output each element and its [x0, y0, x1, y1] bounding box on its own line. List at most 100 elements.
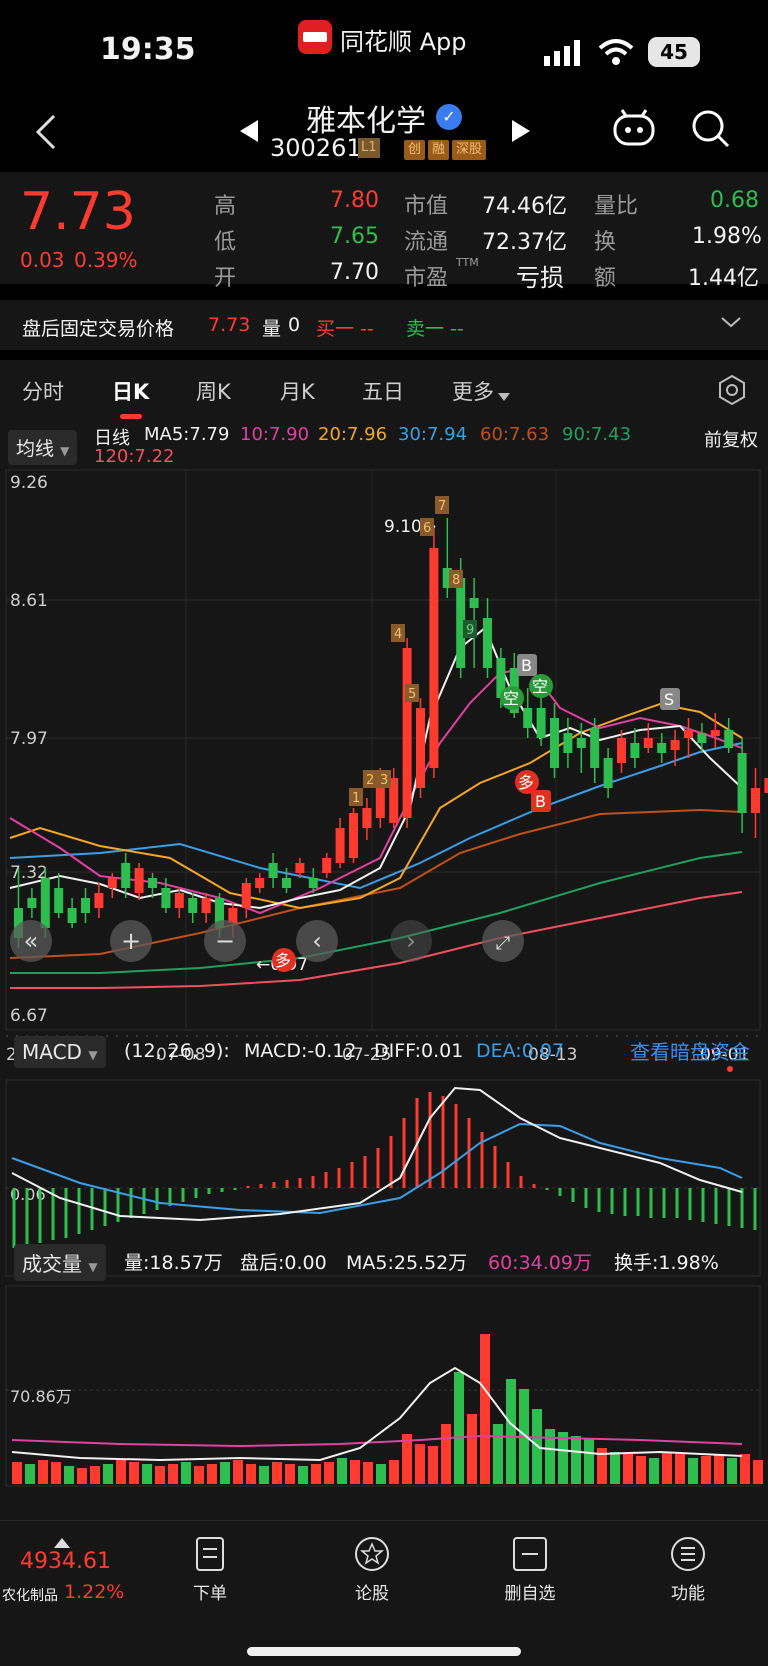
zoom-out-button[interactable]: −: [204, 920, 246, 962]
volume-bar: [350, 1460, 360, 1484]
mcap-value: 74.46亿: [482, 194, 567, 219]
remove-watchlist-icon: [511, 1535, 549, 1573]
volume-bar: [610, 1452, 620, 1484]
ma120-value: 120:7.22: [94, 446, 175, 467]
candle-body: [751, 788, 760, 813]
candle-body: [362, 808, 372, 828]
zoom-in-button[interactable]: +: [110, 920, 152, 962]
volume-ma60: 60:34.09万: [488, 1252, 592, 1274]
remove-watchlist-label: 删自选: [504, 1584, 556, 1604]
volume-bar: [714, 1454, 724, 1484]
macd-value: MACD:-0.12: [244, 1040, 357, 1062]
volume-bar: [675, 1454, 685, 1484]
volume-bar: [467, 1414, 477, 1484]
candle-body: [550, 718, 559, 768]
volume-bar: [298, 1466, 308, 1484]
discuss-icon: [353, 1535, 391, 1573]
volume-bar: [454, 1372, 464, 1484]
candle-body: [67, 908, 77, 923]
macd-params: (12, 26, 9):: [124, 1040, 230, 1062]
volume-bar: [142, 1464, 152, 1484]
volume-bar: [90, 1466, 100, 1484]
ma5-value: MA5:7.79: [144, 424, 230, 445]
candle-body: [40, 878, 50, 928]
tab-weekly-k[interactable]: 周K: [196, 376, 231, 406]
volume-selector[interactable]: 成交量 ▼: [14, 1244, 106, 1281]
after-hours-buy: 买一 --: [316, 318, 374, 340]
macd-diff: DIFF:0.01: [374, 1040, 464, 1062]
ma-selector-label: 均线: [16, 438, 55, 460]
chevron-down-icon[interactable]: [720, 314, 742, 334]
macd-histogram: [12, 1092, 757, 1248]
remove-watchlist-button[interactable]: 删自选: [498, 1535, 562, 1604]
scroll-left-button[interactable]: ‹: [296, 920, 338, 962]
volume-bar: [168, 1464, 178, 1484]
after-hours-bar[interactable]: 盘后固定交易价格 7.73 量 0 买一 -- 卖一 --: [0, 300, 768, 350]
marker-5-label: 5: [408, 687, 416, 702]
marker-3-label: 3: [380, 773, 388, 788]
after-hours-sell: 卖一 --: [406, 318, 464, 340]
next-stock-icon[interactable]: [510, 118, 532, 148]
today-dot: [727, 1066, 733, 1072]
volume-bar: [207, 1464, 217, 1484]
amount-value: 1.44亿: [688, 266, 759, 291]
discuss-button[interactable]: 论股: [340, 1535, 404, 1604]
index-value[interactable]: 4934.61: [20, 1549, 111, 1574]
volume-bar: [636, 1456, 646, 1484]
scroll-right-button[interactable]: ›: [390, 920, 432, 962]
volume-ratio-value: 0.68: [710, 188, 759, 213]
rewind-button[interactable]: «: [10, 920, 52, 962]
quote-panel: 7.73 0.03 0.39% 高 7.80 低 7.65 开 7.70 市值 …: [0, 172, 768, 292]
tab-intraday[interactable]: 分时: [22, 376, 64, 406]
fullscreen-button[interactable]: ⤢: [482, 920, 524, 962]
volume-ma5: MA5:25.52万: [346, 1252, 468, 1274]
verified-icon: ✓: [436, 104, 462, 130]
price-change: 0.03: [20, 248, 65, 272]
badge-chuang: 创: [404, 140, 426, 160]
volume-bar: [155, 1466, 165, 1484]
candle-body: [54, 888, 64, 913]
candle-body: [737, 753, 747, 813]
function-label: 功能: [671, 1584, 705, 1604]
volume-bar: [259, 1466, 269, 1484]
candle-body: [764, 778, 768, 793]
tab-monthly-k[interactable]: 月K: [280, 376, 315, 406]
volume-bar: [129, 1462, 139, 1484]
home-indicator: [247, 1647, 521, 1656]
candle-body: [483, 618, 492, 668]
tab-five-day[interactable]: 五日: [362, 376, 404, 406]
volume-bar: [701, 1456, 711, 1484]
macd-selector-label: MACD: [22, 1040, 82, 1064]
order-icon: [191, 1535, 229, 1573]
candle-body: [27, 898, 37, 908]
order-button[interactable]: 下单: [178, 1535, 242, 1604]
candle-body: [335, 828, 345, 863]
prev-stock-icon[interactable]: [238, 118, 260, 148]
back-icon[interactable]: [32, 112, 58, 156]
marker-8-label: 8: [452, 573, 460, 588]
chart-settings-icon[interactable]: [716, 374, 748, 410]
volume-bar: [285, 1464, 295, 1484]
volume-bar: [727, 1458, 737, 1484]
more-dropdown-icon[interactable]: [498, 386, 510, 405]
ma60-value: 60:7.63: [480, 424, 550, 445]
volume-bar: [649, 1458, 659, 1484]
tab-more[interactable]: 更多: [452, 376, 494, 406]
function-button[interactable]: 功能: [656, 1535, 720, 1604]
candle-body: [429, 548, 439, 768]
ma5-line: [9, 626, 743, 910]
ma-selector[interactable]: 均线 ▼: [8, 430, 78, 465]
search-icon[interactable]: [690, 108, 732, 154]
ma90-value: 90:7.43: [562, 424, 632, 445]
marker-6-label: 6: [423, 521, 431, 536]
dark-pool-link[interactable]: 查看暗盘资金: [630, 1036, 750, 1065]
macd-selector[interactable]: MACD ▼: [14, 1036, 106, 1068]
volume-turnover: 换手:1.98%: [614, 1252, 719, 1274]
robot-icon[interactable]: [612, 108, 656, 152]
price-change-pct: 0.39%: [74, 248, 138, 272]
volume-bar: [38, 1460, 48, 1484]
chevron-right-icon: ›: [406, 927, 416, 955]
tab-daily-k[interactable]: 日K: [112, 376, 149, 406]
badge-rong: 融: [428, 140, 450, 160]
adjust-mode[interactable]: 前复权: [704, 426, 758, 452]
